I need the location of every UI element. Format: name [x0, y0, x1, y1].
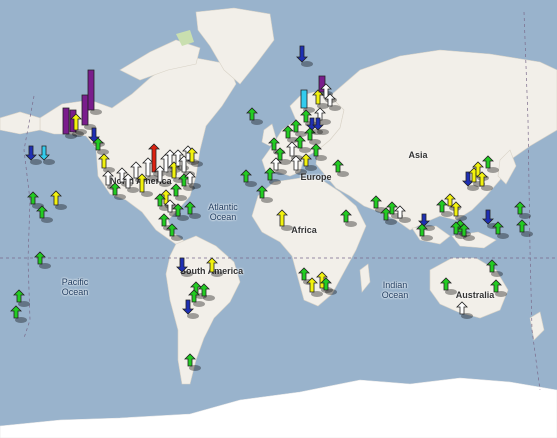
station-marker-white-up[interactable] [130, 161, 147, 183]
station-marker-green-up[interactable] [340, 209, 357, 227]
station-marker-green-up[interactable] [256, 185, 273, 203]
station-marker-blue-down[interactable] [296, 45, 313, 67]
station-marker-green-up[interactable] [290, 119, 307, 137]
station-marker-yellow-up[interactable] [98, 153, 115, 173]
station-marker-green-up[interactable] [13, 289, 30, 307]
station-markers-layer [10, 45, 533, 371]
station-marker-green-up[interactable] [492, 221, 509, 239]
world-map[interactable]: North America South America Europe Asia … [0, 0, 557, 438]
station-marker-yellow-up[interactable] [276, 209, 293, 231]
station-marker-green-up[interactable] [482, 155, 499, 173]
station-marker-green-up[interactable] [166, 223, 183, 241]
station-marker-green-up[interactable] [332, 159, 349, 177]
station-marker-green-up[interactable] [516, 219, 533, 237]
station-marker-yellow-up[interactable] [206, 257, 223, 277]
station-marker-cyan-bar[interactable] [300, 89, 315, 113]
station-marker-green-up[interactable] [440, 277, 457, 295]
station-marker-white-up[interactable] [456, 301, 473, 319]
station-marker-green-up[interactable] [246, 107, 263, 125]
station-marker-green-up[interactable] [486, 259, 503, 277]
station-marker-green-up[interactable] [184, 353, 201, 371]
station-marker-purple-bar[interactable] [87, 69, 102, 115]
station-marker-green-up[interactable] [10, 305, 27, 323]
station-marker-green-up[interactable] [490, 279, 507, 297]
station-marker-yellow-up[interactable] [444, 193, 461, 211]
station-marker-yellow-up[interactable] [300, 153, 317, 171]
station-marker-green-up[interactable] [34, 251, 51, 269]
station-marker-green-up[interactable] [300, 109, 317, 127]
station-marker-red-up[interactable] [148, 143, 165, 177]
station-marker-green-up[interactable] [36, 205, 53, 223]
station-marker-green-up[interactable] [310, 143, 327, 161]
station-marker-yellow-up[interactable] [450, 201, 467, 221]
station-marker-green-up[interactable] [240, 169, 257, 187]
station-marker-yellow-up[interactable] [50, 190, 67, 210]
station-marker-blue-down[interactable] [176, 257, 193, 277]
station-marker-green-up[interactable] [514, 201, 531, 219]
